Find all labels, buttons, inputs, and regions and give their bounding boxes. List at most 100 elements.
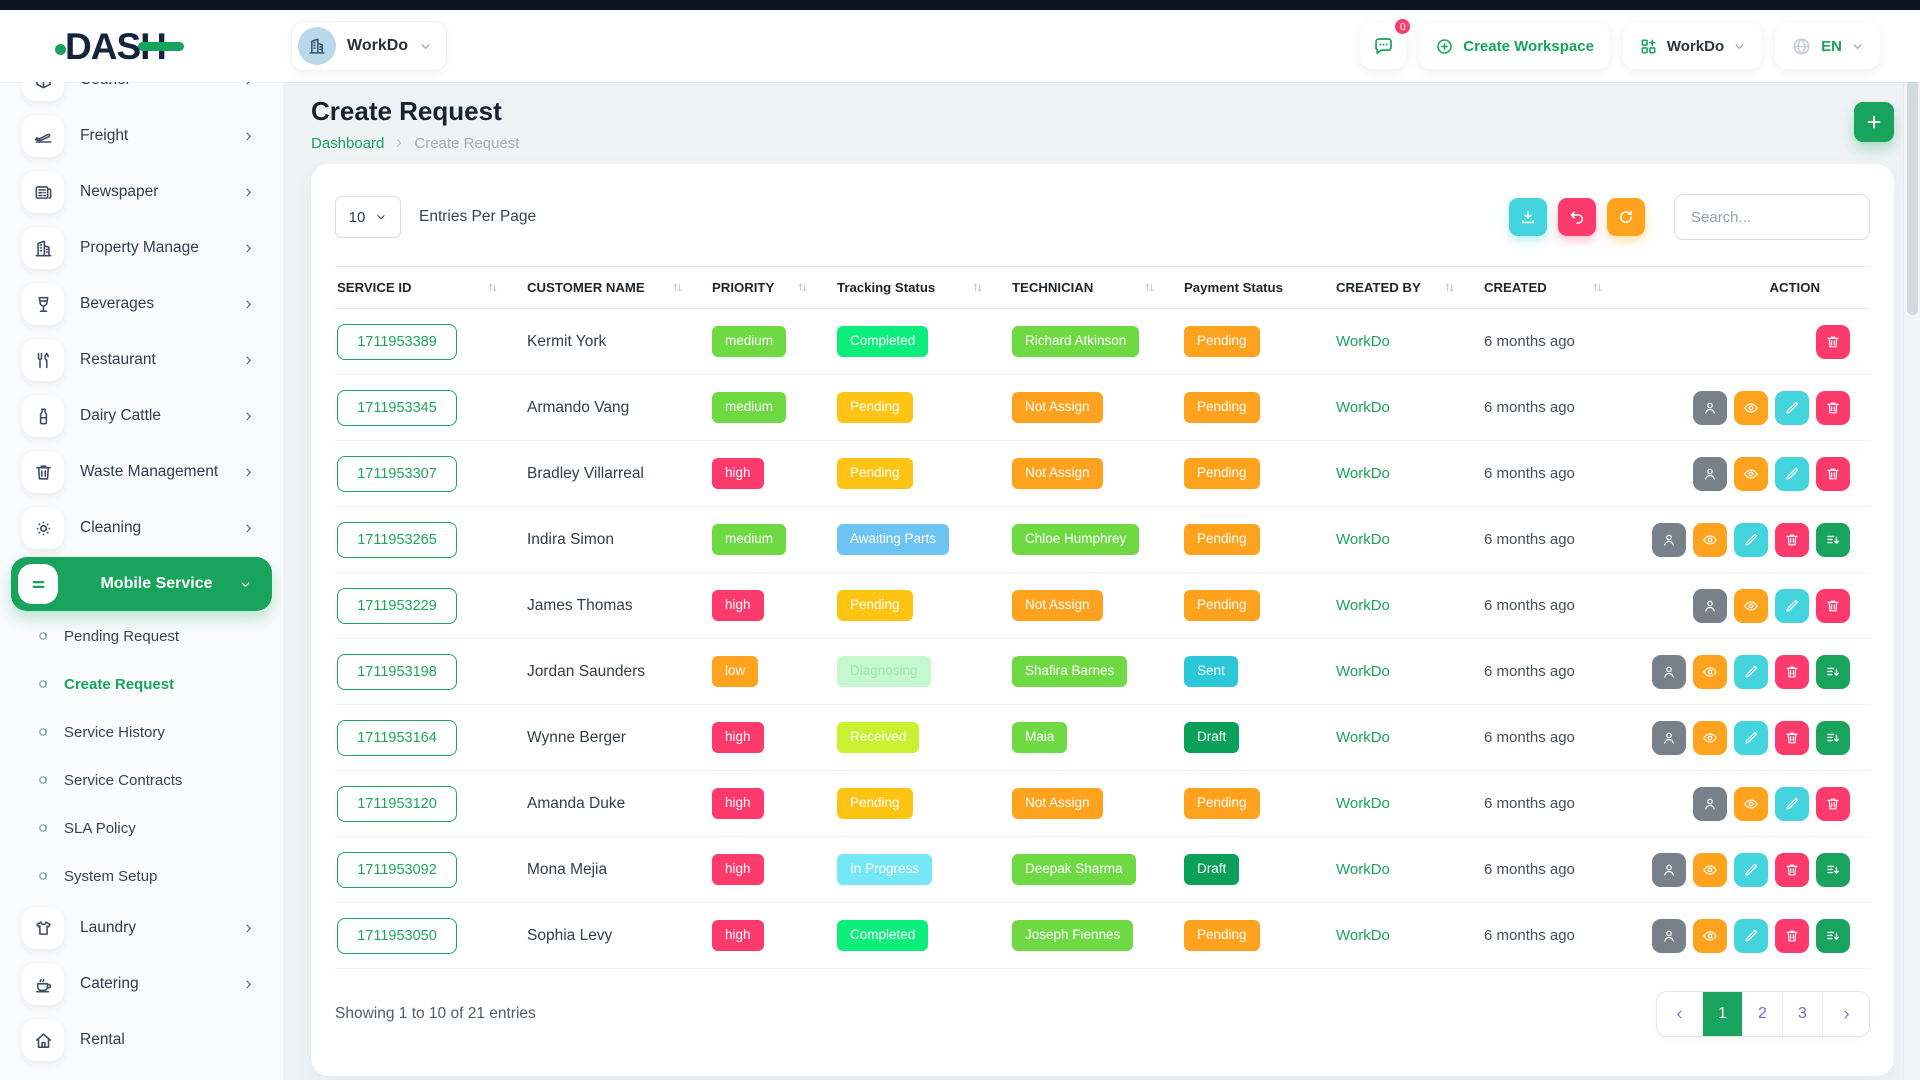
assign-technician-button[interactable] [1652,721,1686,755]
edit-button[interactable] [1775,787,1809,821]
delete-button[interactable] [1816,589,1850,623]
sidebar-subitem-service-history[interactable]: Service History [0,708,283,756]
assign-technician-button[interactable] [1652,655,1686,689]
view-button[interactable] [1693,655,1727,689]
sidebar-item-catering[interactable]: Catering [0,956,283,1012]
pagination-page-1[interactable]: 1 [1703,992,1743,1036]
sort-icon[interactable] [796,281,809,294]
edit-button[interactable] [1734,853,1768,887]
sidebar-subitem-create-request[interactable]: Create Request [0,660,283,708]
column-header-customer-name[interactable]: CUSTOMER NAME [525,267,710,309]
delete-button[interactable] [1816,391,1850,425]
delete-button[interactable] [1816,787,1850,821]
edit-button[interactable] [1734,919,1768,953]
sidebar-subitem-system-setup[interactable]: System Setup [0,852,283,900]
service-id-pill[interactable]: 1711953120 [337,786,457,822]
service-id-pill[interactable]: 1711953164 [337,720,457,756]
sidebar-item-restaurant[interactable]: Restaurant [0,332,283,388]
sort-icon[interactable] [1591,281,1604,294]
sort-icon[interactable] [1143,281,1156,294]
service-id-pill[interactable]: 1711953307 [337,456,457,492]
column-header-priority[interactable]: PRIORITY [710,267,835,309]
sidebar-item-laundry[interactable]: Laundry [0,900,283,956]
service-id-pill[interactable]: 1711953198 [337,654,457,690]
workspace-menu-button[interactable]: WorkDo [1623,23,1762,69]
refresh-button[interactable] [1607,198,1645,236]
sidebar-subitem-service-contracts[interactable]: Service Contracts [0,756,283,804]
delete-button[interactable] [1816,457,1850,491]
view-button[interactable] [1734,787,1768,821]
view-button[interactable] [1734,589,1768,623]
assign-technician-button[interactable] [1693,589,1727,623]
sidebar-item-beverages[interactable]: Beverages [0,276,283,332]
view-button[interactable] [1693,919,1727,953]
scrollbar-thumb[interactable] [1907,80,1918,315]
service-id-pill[interactable]: 1711953092 [337,852,457,888]
sidebar-subitem-sla-policy[interactable]: SLA Policy [0,804,283,852]
assign-technician-button[interactable] [1693,787,1727,821]
workspace-switcher[interactable]: WorkDo [291,21,447,71]
sort-icon[interactable] [1443,281,1456,294]
column-header-technician[interactable]: TECHNICIAN [1010,267,1182,309]
delete-button[interactable] [1775,655,1809,689]
sidebar-item-waste-management[interactable]: Waste Management [0,444,283,500]
edit-button[interactable] [1734,523,1768,557]
column-header-created-by[interactable]: CREATED BY [1334,267,1482,309]
delete-button[interactable] [1775,721,1809,755]
assign-technician-button[interactable] [1693,391,1727,425]
sidebar-item-mobile-service[interactable]: Mobile Service [11,557,272,611]
edit-button[interactable] [1775,391,1809,425]
sidebar-item-newspaper[interactable]: Newspaper [0,164,283,220]
column-header-tracking-status[interactable]: Tracking Status [835,267,1010,309]
view-button[interactable] [1734,457,1768,491]
edit-button[interactable] [1775,589,1809,623]
column-header-created[interactable]: CREATED [1482,267,1630,309]
breadcrumb-dashboard-link[interactable]: Dashboard [311,135,384,152]
sort-icon[interactable] [971,281,984,294]
assign-technician-button[interactable] [1652,853,1686,887]
page-scrollbar[interactable] [1903,10,1920,1080]
view-button[interactable] [1734,391,1768,425]
sidebar-item-courier[interactable]: Courier [0,82,283,108]
details-list-button[interactable] [1816,523,1850,557]
sort-icon[interactable] [486,281,499,294]
sidebar-item-cleaning[interactable]: Cleaning [0,500,283,556]
pagination-page-2[interactable]: 2 [1743,992,1783,1036]
view-button[interactable] [1693,853,1727,887]
messages-button[interactable]: 0 [1360,23,1406,69]
delete-button[interactable] [1775,853,1809,887]
pagination-next[interactable] [1823,992,1869,1036]
assign-technician-button[interactable] [1652,919,1686,953]
delete-button[interactable] [1775,919,1809,953]
sidebar-item-rental[interactable]: Rental [0,1012,283,1068]
pagination-prev[interactable] [1657,992,1703,1036]
service-id-pill[interactable]: 1711953229 [337,588,457,624]
service-id-pill[interactable]: 1711953265 [337,522,457,558]
search-input[interactable] [1674,194,1870,240]
delete-button[interactable] [1775,523,1809,557]
assign-technician-button[interactable] [1693,457,1727,491]
sidebar-item-dairy-cattle[interactable]: Dairy Cattle [0,388,283,444]
assign-technician-button[interactable] [1652,523,1686,557]
service-id-pill[interactable]: 1711953345 [337,390,457,426]
edit-button[interactable] [1734,721,1768,755]
details-list-button[interactable] [1816,655,1850,689]
delete-button[interactable] [1816,325,1850,359]
sort-icon[interactable] [671,281,684,294]
sidebar-item-property-manage[interactable]: Property Manage [0,220,283,276]
column-header-service-id[interactable]: SERVICE ID [335,267,525,309]
service-id-pill[interactable]: 1711953389 [337,324,457,360]
details-list-button[interactable] [1816,919,1850,953]
service-id-pill[interactable]: 1711953050 [337,918,457,954]
edit-button[interactable] [1734,655,1768,689]
pagination-page-3[interactable]: 3 [1783,992,1823,1036]
undo-button[interactable] [1558,198,1596,236]
view-button[interactable] [1693,721,1727,755]
add-request-button[interactable] [1854,102,1894,142]
view-button[interactable] [1693,523,1727,557]
sidebar-item-freight[interactable]: Freight [0,108,283,164]
language-selector[interactable]: EN [1775,23,1880,69]
sidebar-subitem-pending-request[interactable]: Pending Request [0,612,283,660]
details-list-button[interactable] [1816,721,1850,755]
export-download-button[interactable] [1509,198,1547,236]
